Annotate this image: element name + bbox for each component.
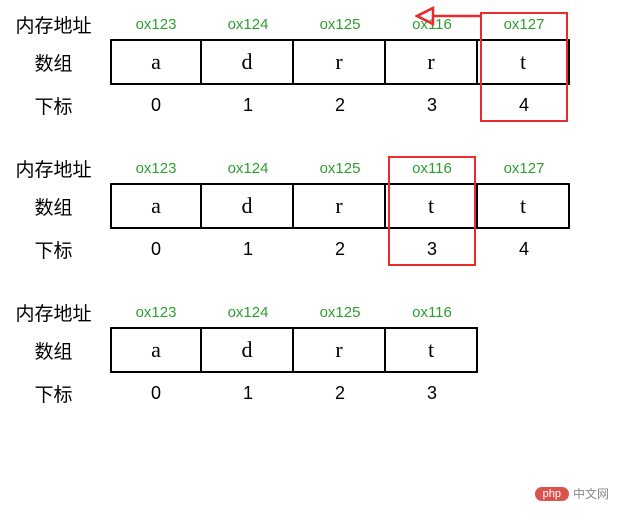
address-label: 内存地址	[5, 299, 110, 326]
addr-cell: ox116	[386, 160, 478, 177]
array-cell: r	[386, 39, 478, 85]
index-cell: 1	[202, 383, 294, 404]
index-cell: 2	[294, 383, 386, 404]
array-cell: a	[110, 327, 202, 373]
array-cell: r	[294, 327, 386, 373]
index-cell: 0	[110, 239, 202, 260]
index-cell: 0	[110, 95, 202, 116]
index-label: 下标	[5, 380, 110, 407]
address-label: 内存地址	[5, 155, 110, 182]
array-cell: t	[386, 183, 478, 229]
array-cell: d	[202, 39, 294, 85]
addr-cell: ox125	[294, 304, 386, 321]
addr-cell: ox125	[294, 160, 386, 177]
index-cell: 2	[294, 239, 386, 260]
array-cell: r	[294, 39, 386, 85]
watermark-text: 中文网	[573, 485, 609, 502]
array-cell: r	[294, 183, 386, 229]
array-cell: d	[202, 327, 294, 373]
addr-cell: ox127	[478, 16, 570, 33]
array-cell: a	[110, 183, 202, 229]
addr-cell: ox127	[478, 160, 570, 177]
index-cell: 1	[202, 239, 294, 260]
addr-cell: ox123	[110, 304, 202, 321]
array-cell: t	[478, 183, 570, 229]
addr-cell: ox116	[386, 16, 478, 33]
array-cell: t	[478, 39, 570, 85]
index-cell: 1	[202, 95, 294, 116]
address-label: 内存地址	[5, 11, 110, 38]
array-cell: d	[202, 183, 294, 229]
addr-cell: ox123	[110, 160, 202, 177]
addr-cell: ox123	[110, 16, 202, 33]
index-label: 下标	[5, 92, 110, 119]
addr-cell: ox116	[386, 304, 478, 321]
array-cell: a	[110, 39, 202, 85]
addr-cell: ox125	[294, 16, 386, 33]
index-cell: 0	[110, 383, 202, 404]
addr-cell: ox124	[202, 16, 294, 33]
array-label: 数组	[5, 49, 110, 76]
addr-cell: ox124	[202, 304, 294, 321]
index-cell: 4	[478, 239, 570, 260]
index-label: 下标	[5, 236, 110, 263]
memory-diagram-1: 内存地址 ox123 ox124 ox125 ox116 ox127 数组 a …	[5, 10, 622, 124]
memory-diagram-3: 内存地址 ox123 ox124 ox125 ox116 数组 a d r t …	[5, 298, 622, 412]
watermark-badge: php	[535, 487, 569, 501]
index-cell: 3	[386, 383, 478, 404]
array-label: 数组	[5, 193, 110, 220]
index-cell: 4	[478, 95, 570, 116]
array-cell: t	[386, 327, 478, 373]
addr-cell: ox124	[202, 160, 294, 177]
array-label: 数组	[5, 337, 110, 364]
index-cell: 3	[386, 239, 478, 260]
watermark: php 中文网	[535, 485, 609, 502]
index-cell: 2	[294, 95, 386, 116]
index-cell: 3	[386, 95, 478, 116]
memory-diagram-2: 内存地址 ox123 ox124 ox125 ox116 ox127 数组 a …	[5, 154, 622, 268]
